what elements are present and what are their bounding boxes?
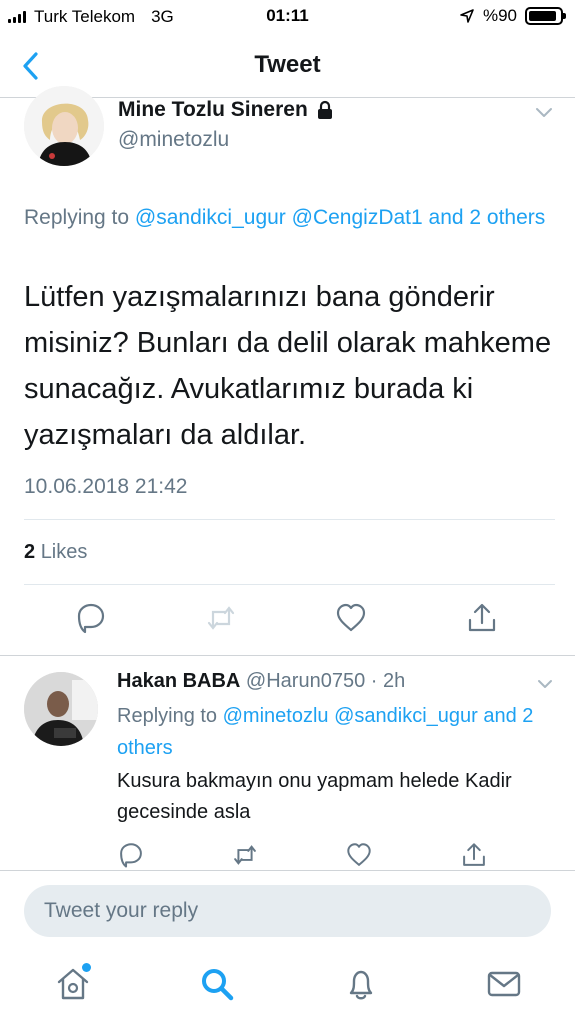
reply-input[interactable]: Tweet your reply bbox=[24, 885, 551, 937]
author-handle[interactable]: @minetozlu bbox=[118, 128, 229, 152]
avatar[interactable] bbox=[24, 86, 104, 166]
likes-number: 2 bbox=[24, 541, 36, 563]
replying-to: Replying to @sandikci_ugur @CengizDat1 a… bbox=[24, 202, 554, 234]
nav-bar: Tweet bbox=[0, 34, 575, 98]
share-icon[interactable] bbox=[460, 841, 488, 869]
tweet-text: Lütfen yazışmalarınızı bana gönderir mis… bbox=[24, 281, 552, 451]
chevron-down-icon[interactable] bbox=[535, 106, 553, 120]
reply-text: Kusura bakmayın onu yapmam helede Kadir … bbox=[117, 770, 512, 823]
divider bbox=[24, 584, 555, 585]
avatar-image bbox=[24, 86, 104, 166]
reply-actions bbox=[0, 841, 575, 871]
mail-icon[interactable] bbox=[484, 964, 524, 1004]
battery-fill bbox=[529, 11, 556, 21]
reply-icon[interactable] bbox=[74, 601, 108, 635]
reply-author-name[interactable]: Hakan BABA bbox=[117, 670, 240, 692]
likes-label: Likes bbox=[40, 541, 88, 563]
author-name[interactable]: Mine Tozlu Sineren bbox=[118, 98, 308, 122]
tab-bar bbox=[0, 950, 575, 1024]
reply-meta: @Harun0750 · 2h bbox=[245, 670, 406, 692]
avatar-image bbox=[24, 672, 98, 746]
bell-icon[interactable] bbox=[341, 964, 381, 1004]
divider bbox=[0, 655, 575, 656]
heart-icon[interactable] bbox=[345, 841, 373, 869]
reply-composer-area: Tweet your reply bbox=[0, 870, 575, 950]
heart-icon[interactable] bbox=[334, 601, 368, 635]
status-right: %90 bbox=[459, 6, 566, 26]
divider bbox=[24, 519, 555, 520]
likes-count[interactable]: 2 Likes bbox=[24, 541, 87, 564]
tweet-actions bbox=[0, 601, 575, 641]
reply-avatar[interactable] bbox=[24, 672, 98, 746]
replying-links[interactable]: @sandikci_ugur @CengizDat1 and 2 others bbox=[135, 206, 545, 229]
location-arrow-icon bbox=[460, 9, 474, 23]
tweet-timestamp: 10.06.2018 21:42 bbox=[24, 475, 188, 498]
battery-icon bbox=[525, 7, 566, 25]
retweet-icon bbox=[207, 606, 235, 630]
notification-dot bbox=[82, 963, 91, 972]
replying-prefix: Replying to bbox=[24, 206, 130, 229]
status-bar: Turk Telekom 3G 01:11 %90 bbox=[0, 0, 575, 34]
reply-header: Hakan BABA @Harun0750 · 2h bbox=[117, 670, 405, 693]
lock-icon bbox=[317, 100, 332, 119]
chevron-down-icon[interactable] bbox=[537, 678, 553, 690]
reply-replying-prefix: Replying to bbox=[117, 705, 218, 727]
reply-icon[interactable] bbox=[117, 841, 145, 869]
share-icon[interactable] bbox=[465, 601, 499, 635]
reply-replying-to: Replying to @minetozlu @sandikci_ugur an… bbox=[117, 700, 557, 764]
page-title: Tweet bbox=[254, 51, 321, 78]
retweet-icon[interactable] bbox=[231, 841, 259, 869]
search-icon[interactable] bbox=[197, 964, 237, 1004]
author-row: Mine Tozlu Sineren bbox=[118, 98, 334, 122]
battery-percent: %90 bbox=[482, 6, 517, 25]
